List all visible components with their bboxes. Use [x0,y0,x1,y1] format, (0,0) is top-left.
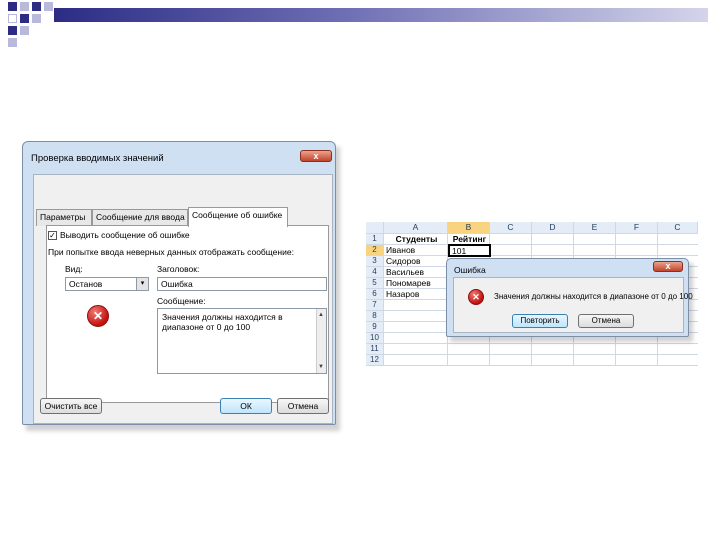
row-header[interactable]: 1 [366,234,384,245]
cancel-button[interactable]: Отмена [578,314,634,328]
deco-square [20,14,29,23]
row-header[interactable]: 12 [366,355,384,366]
cancel-button[interactable]: Отмена [277,398,329,414]
textarea-scrollbar[interactable]: ▲ ▼ [316,309,326,373]
column-header[interactable]: C [490,222,532,234]
deco-square [32,2,41,11]
deco-square [44,2,53,11]
row-header[interactable]: 2 [366,245,384,256]
style-label: Вид: [65,264,83,274]
scroll-down-icon[interactable]: ▼ [318,362,324,372]
scroll-up-icon[interactable]: ▲ [318,310,324,320]
row-header[interactable]: 5 [366,278,384,289]
row-header[interactable]: 10 [366,333,384,344]
dialog-title: Проверка вводимых значений [31,153,164,164]
data-validation-dialog: Проверка вводимых значений x Параметры С… [18,137,340,434]
select-all-corner[interactable] [366,222,384,234]
error-message-text: Значения должны находится в диапазоне от… [494,292,693,301]
error-message-dialog: Ошибка x ✕ Значения должны находится в д… [446,258,693,337]
style-select[interactable]: Останов ▾ [65,277,149,291]
table-cell[interactable]: Пономарев [384,278,448,289]
tab-input-message[interactable]: Сообщение для ввода [92,209,188,226]
deco-square [20,26,29,35]
deco-square [8,2,17,11]
row-header[interactable]: 4 [366,267,384,278]
tab-parameters[interactable]: Параметры [36,209,92,226]
deco-square [20,2,29,11]
deco-square [32,14,41,23]
active-cell[interactable]: 101 [448,244,491,257]
deco-square [8,26,17,35]
deco-square [8,38,17,47]
row-header[interactable]: 6 [366,289,384,300]
invalid-input-instruction: При попытке ввода неверных данных отобра… [48,247,294,257]
dialog-body: Параметры Сообщение для ввода Сообщение … [33,174,333,424]
title-label: Заголовок: [157,264,200,274]
row-header[interactable]: 11 [366,344,384,355]
dialog-title: Ошибка [454,265,486,275]
row-header[interactable]: 3 [366,256,384,267]
row-header[interactable]: 8 [366,311,384,322]
table-cell[interactable]: Васильев [384,267,448,278]
error-title-input[interactable]: Ошибка [157,277,327,291]
column-header[interactable]: F [616,222,658,234]
column-header[interactable]: C [658,222,698,234]
clear-all-button[interactable]: Очистить все [40,398,102,414]
table-cell[interactable]: Назаров [384,289,448,300]
dialog-frame: Проверка вводимых значений x Параметры С… [22,141,336,425]
column-header[interactable]: D [532,222,574,234]
show-error-label: Выводить сообщение об ошибке [60,230,190,240]
dialog-body: ✕ Значения должны находится в диапазоне … [453,277,693,333]
error-stop-icon: ✕ [468,289,484,305]
table-cell[interactable]: Иванов [384,245,448,256]
column-header[interactable]: E [574,222,616,234]
chevron-down-icon[interactable]: ▾ [136,278,148,290]
error-message-text: Значения должны находится в диапазоне от… [162,312,283,332]
ok-button[interactable]: ОК [220,398,272,414]
table-cell[interactable]: Сидоров [384,256,448,267]
error-message-textarea[interactable]: Значения должны находится в диапазоне от… [157,308,327,374]
error-stop-icon: ✕ [87,305,109,327]
retry-button[interactable]: Повторить [512,314,568,328]
close-button[interactable]: x [300,150,332,162]
close-button[interactable]: x [653,261,683,272]
title-bar-decoration [54,8,708,22]
row-header[interactable]: 7 [366,300,384,311]
row-header[interactable]: 9 [366,322,384,333]
tab-error-alert[interactable]: Сообщение об ошибке [188,207,288,227]
deco-square [8,14,17,23]
table-header-cell[interactable]: Студенты [384,234,448,245]
error-alert-panel: ✓ Выводить сообщение об ошибке При попыт… [46,225,329,403]
message-label: Сообщение: [157,296,206,306]
column-header[interactable]: A [384,222,448,234]
style-select-value: Останов [69,279,103,289]
show-error-checkbox[interactable]: ✓ [48,231,57,240]
column-header[interactable]: B [448,222,490,234]
